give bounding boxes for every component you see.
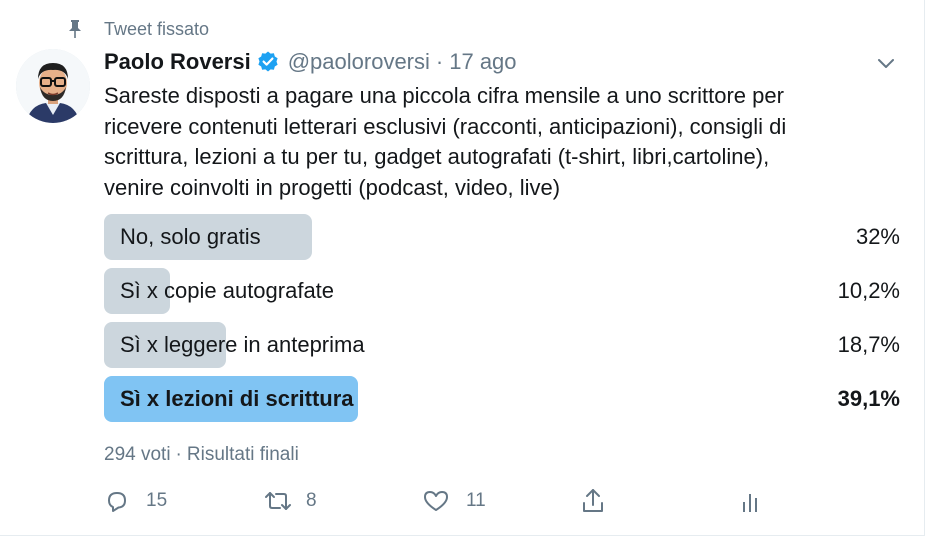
poll-option: Sì x lezioni di scrittura 39,1%: [104, 376, 900, 422]
retweet-count: 8: [306, 490, 317, 511]
poll-option-label: Sì x leggere in anteprima: [120, 332, 365, 357]
tweet-text-line: ricevere contenuti letterari esclusivi (…: [104, 113, 787, 139]
like-button[interactable]: 11: [422, 483, 486, 519]
retweet-icon: [262, 488, 294, 514]
like-count: 11: [466, 490, 486, 511]
pin-icon: [68, 19, 84, 39]
heart-icon: [422, 488, 450, 514]
verified-badge-icon: [256, 50, 280, 74]
pinned-indicator: Tweet fissato: [68, 18, 209, 40]
tweet-text: Sareste disposti a pagare una piccola ci…: [104, 81, 894, 203]
poll-status: Risultati finali: [186, 444, 299, 465]
poll-option-percent: 32%: [855, 224, 900, 249]
tweet-text-line: venire coinvolti in progetti (podcast, v…: [104, 174, 561, 200]
pinned-label: Tweet fissato: [104, 18, 210, 39]
poll-meta: 294 voti · Risultati finali: [104, 442, 299, 468]
author-handle[interactable]: @paoloroversi: [288, 49, 430, 75]
poll-option-label: Sì x copie autografate: [120, 278, 335, 303]
analytics-icon: [740, 488, 760, 514]
reply-icon: [104, 488, 130, 514]
chevron-down-icon[interactable]: [874, 52, 898, 74]
action-bar: 15 8 11: [104, 483, 784, 519]
poll-votes: 294 voti: [104, 444, 171, 465]
tweet-header: Paolo Roversi @paoloroversi · 17 ago: [104, 48, 517, 76]
share-icon: [580, 487, 606, 515]
poll-option-percent: 10,2%: [837, 278, 900, 303]
reply-count: 15: [146, 490, 168, 511]
poll-option-percent: 39,1%: [837, 386, 900, 411]
header-separator: ·: [435, 49, 444, 74]
author-display-name[interactable]: Paolo Roversi: [104, 49, 251, 75]
tweet-text-line: Sareste disposti a pagare una piccola ci…: [104, 83, 784, 108]
poll-option: Sì x leggere in anteprima 18,7%: [104, 322, 900, 368]
share-button[interactable]: [580, 483, 606, 519]
poll-option: No, solo gratis 32%: [104, 214, 900, 260]
tweet-date[interactable]: 17 ago: [449, 49, 516, 75]
analytics-button[interactable]: [740, 483, 760, 519]
poll-meta-separator: ·: [175, 444, 182, 465]
poll-option-label: No, solo gratis: [120, 224, 261, 249]
tweet[interactable]: Tweet fissato Paolo Roversi @paolorovers…: [0, 0, 925, 536]
tweet-text-line: scrittura, lezioni a tu per tu, gadget a…: [104, 144, 770, 169]
avatar[interactable]: [16, 49, 90, 123]
poll-option: Sì x copie autografate 10,2%: [104, 268, 900, 314]
retweet-button[interactable]: 8: [262, 483, 317, 519]
poll: No, solo gratis 32% Sì x copie autografa…: [104, 214, 900, 430]
poll-option-percent: 18,7%: [837, 332, 900, 357]
poll-option-label: Sì x lezioni di scrittura: [120, 386, 354, 411]
reply-button[interactable]: 15: [104, 483, 167, 519]
